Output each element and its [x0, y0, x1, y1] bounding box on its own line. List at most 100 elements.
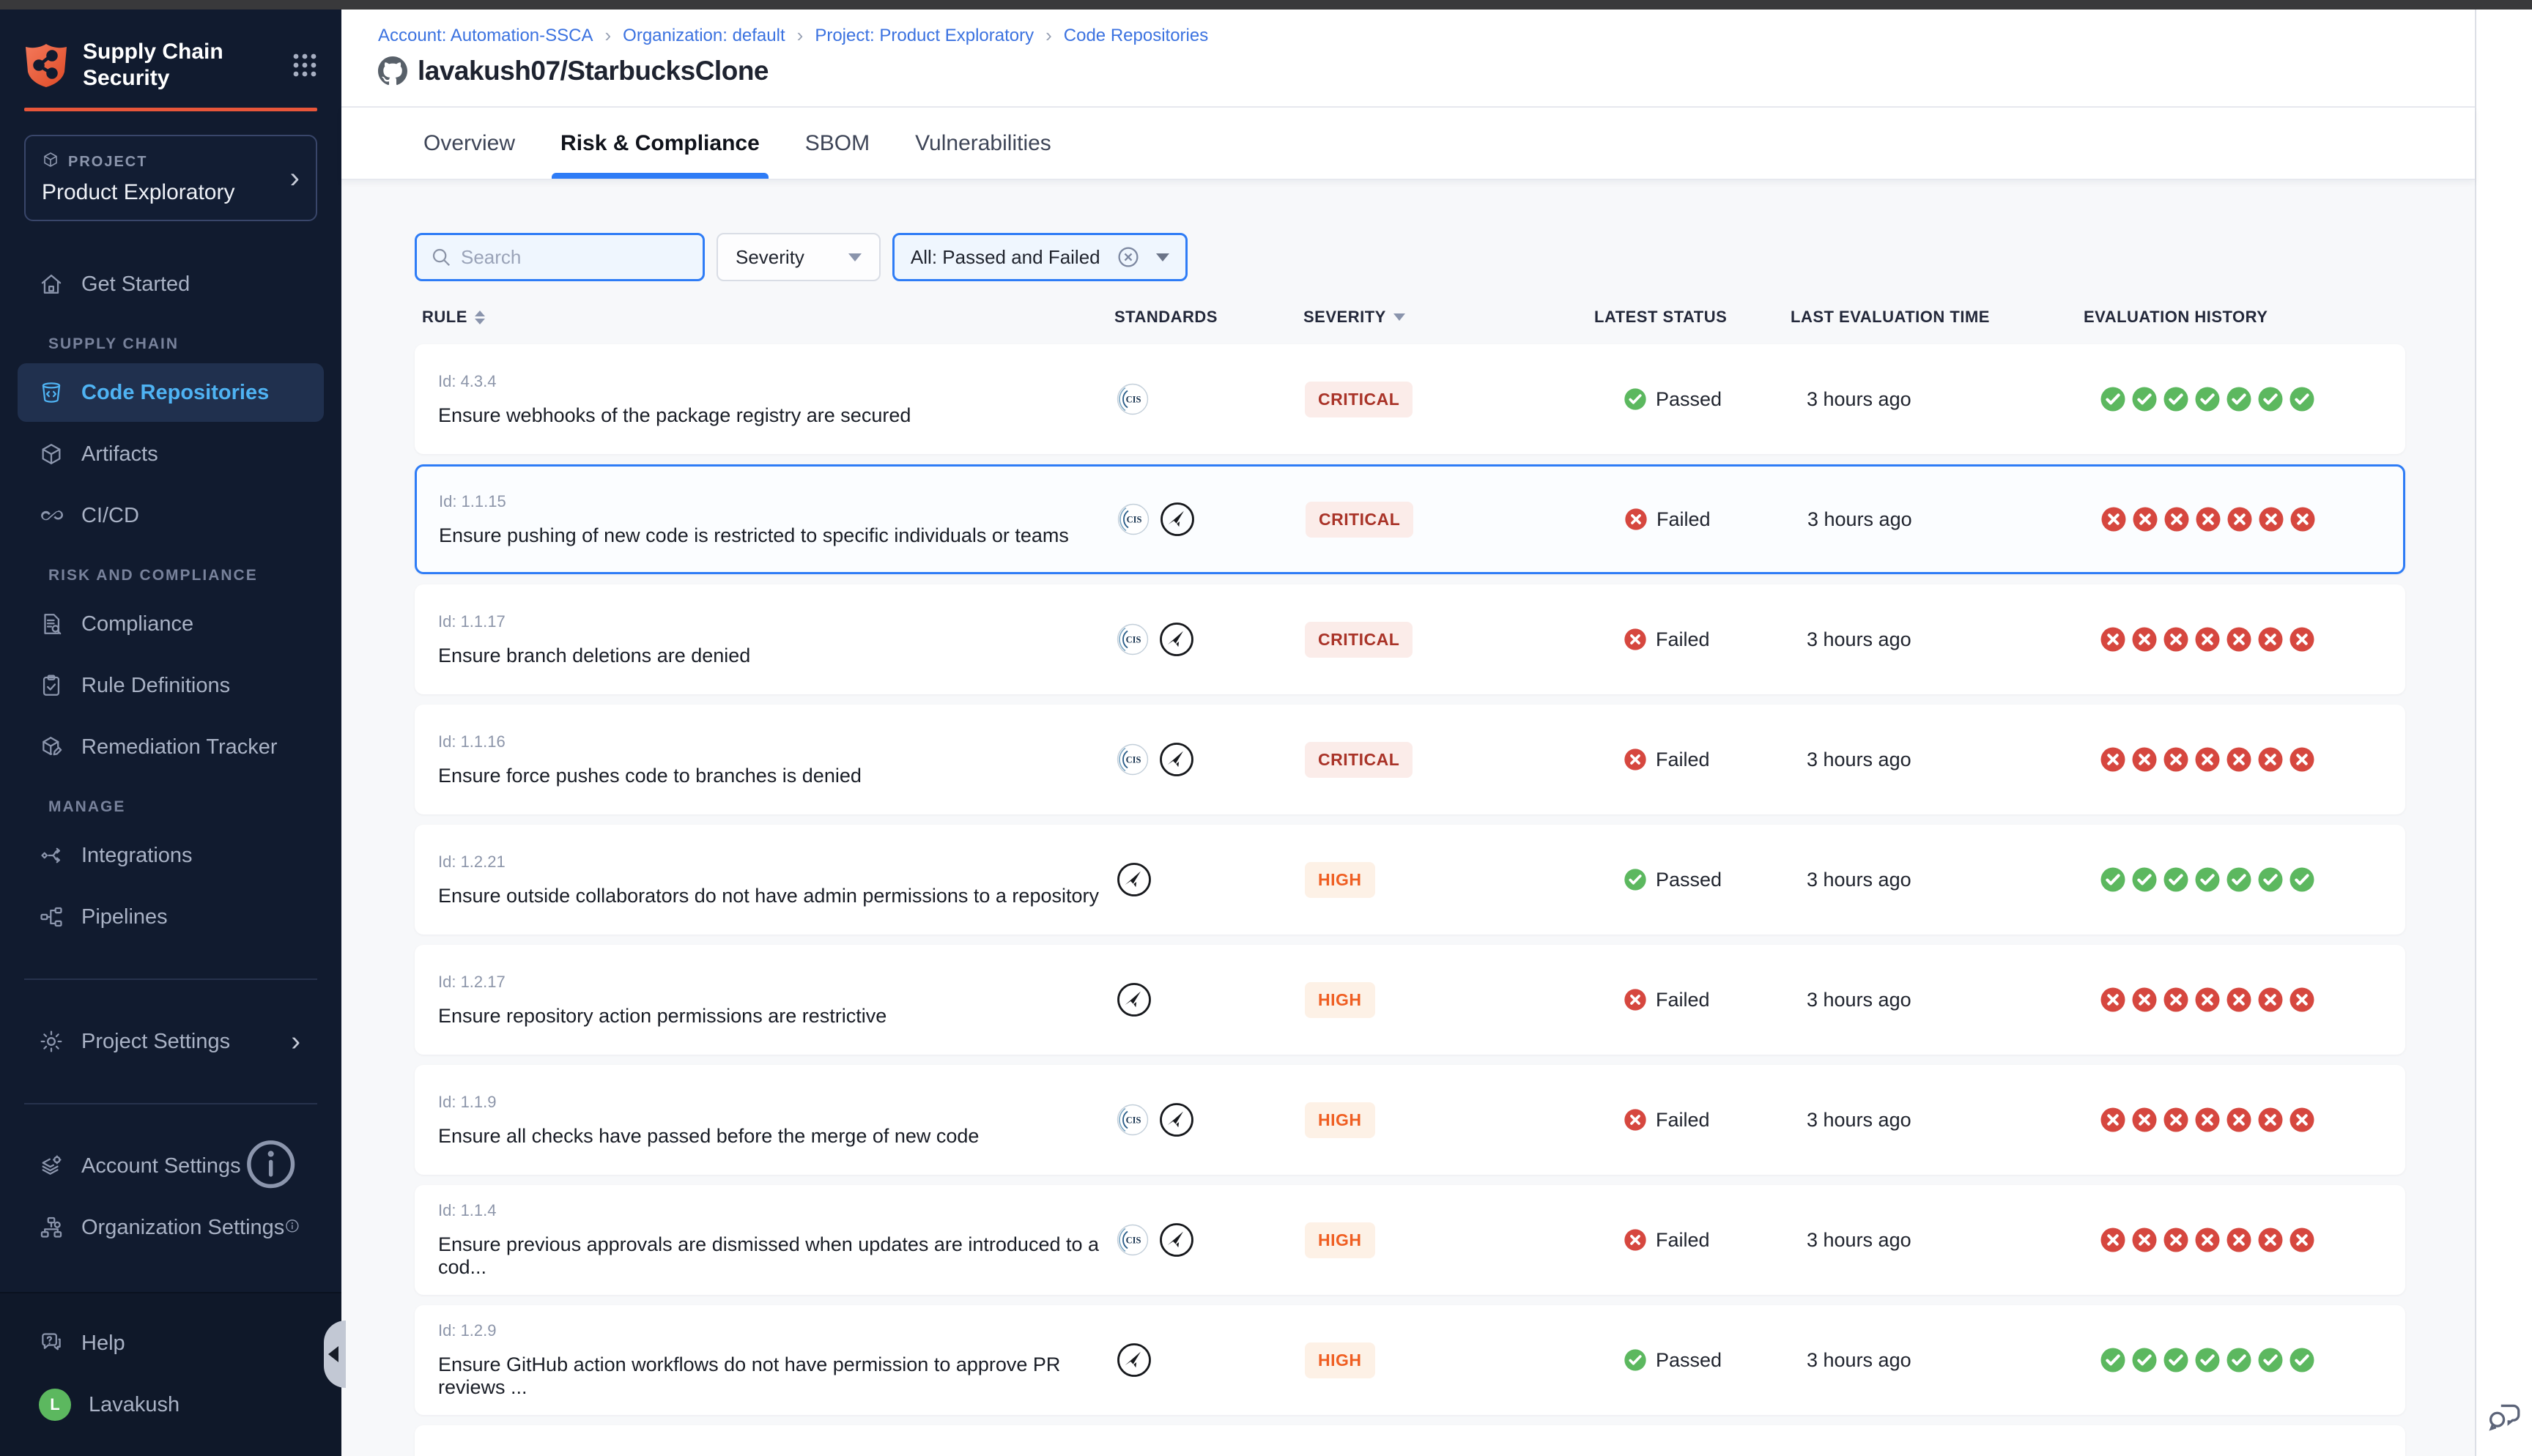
- column-header-severity[interactable]: SEVERITY: [1303, 308, 1594, 327]
- sidebar-item-project-settings[interactable]: Project Settings›: [18, 1012, 324, 1071]
- sidebar-divider: [24, 978, 317, 980]
- sidebar-item-remediation-tracker[interactable]: Remediation Tracker: [18, 718, 324, 776]
- content-area: Severity All: Passed and Failed RULE STAN…: [341, 180, 2475, 1456]
- history-failed-icon: [2100, 506, 2127, 532]
- history-failed-icon: [2163, 987, 2189, 1013]
- sidebar-item-label: CI/CD: [81, 504, 139, 528]
- last-evaluation-time: 3 hours ago: [1807, 628, 2085, 651]
- history-failed-icon: [2163, 1227, 2189, 1253]
- sidebar-item-code-repositories[interactable]: Code Repositories: [18, 363, 324, 422]
- column-header-last-evaluation-time[interactable]: LAST EVALUATION TIME: [1791, 308, 2084, 327]
- table-row[interactable]: Id: 1.1.17Ensure branch deletions are de…: [415, 584, 2405, 694]
- sidebar-item-pipelines[interactable]: Pipelines: [18, 888, 324, 946]
- table-row[interactable]: Id: 1.1.5CISHIGHFailed3 hours ago: [415, 1425, 2405, 1456]
- history-failed-icon: [2289, 987, 2315, 1013]
- table-row[interactable]: Id: 1.1.16Ensure force pushes code to br…: [415, 705, 2405, 814]
- sidebar-item-account-settings[interactable]: Account Settings: [18, 1137, 324, 1195]
- last-evaluation-time: 3 hours ago: [1807, 508, 2086, 531]
- sidebar-item-label: Account Settings: [81, 1154, 241, 1178]
- rule-cell: Id: 1.2.17Ensure repository action permi…: [438, 973, 1116, 1028]
- svg-text:CIS: CIS: [1126, 1236, 1141, 1246]
- tab-vulnerabilities[interactable]: Vulnerabilities: [915, 108, 1051, 179]
- status-label: Failed: [1656, 749, 1710, 771]
- page-header: Account: Automation-SSCA › Organization: d…: [341, 10, 2475, 108]
- github-icon: [378, 56, 407, 86]
- latest-status-cell: Passed: [1624, 387, 1792, 411]
- window-top-bar: [0, 0, 2532, 10]
- column-header-latest-status[interactable]: LATEST STATUS: [1594, 308, 1791, 327]
- history-failed-icon: [2100, 626, 2126, 653]
- severity-cell: HIGH: [1305, 1102, 1596, 1138]
- breadcrumb: Account: Automation-SSCA › Organization: d…: [378, 24, 2475, 47]
- svg-text:CIS: CIS: [1126, 395, 1141, 405]
- history-failed-icon: [2194, 1107, 2221, 1133]
- sidebar-item-help[interactable]: Help: [18, 1314, 324, 1373]
- history-failed-icon: [2289, 1227, 2315, 1253]
- status-label: Passed: [1656, 388, 1722, 411]
- tab-overview[interactable]: Overview: [423, 108, 515, 179]
- tab-sbom[interactable]: SBOM: [805, 108, 870, 179]
- sidebar-item-organization-settings[interactable]: Organization Settings: [18, 1198, 324, 1257]
- table-row[interactable]: Id: 4.3.4Ensure webhooks of the package …: [415, 344, 2405, 454]
- severity-badge: HIGH: [1305, 862, 1375, 898]
- column-header-standards[interactable]: STANDARDS: [1114, 308, 1303, 327]
- last-evaluation-time: 3 hours ago: [1807, 1109, 2085, 1132]
- table-row[interactable]: Id: 1.1.4Ensure previous approvals are d…: [415, 1185, 2405, 1295]
- cis-standard-icon: CIS: [1116, 623, 1150, 656]
- tab-risk-compliance[interactable]: Risk & Compliance: [560, 108, 760, 179]
- sidebar-user[interactable]: LLavakush: [18, 1375, 324, 1434]
- sidebar-item-label: Organization Settings: [81, 1216, 284, 1240]
- breadcrumb-link[interactable]: Project: Product Exploratory: [815, 26, 1034, 46]
- chevron-down-icon: [1156, 253, 1169, 261]
- table-row[interactable]: Id: 1.2.9Ensure GitHub action workflows …: [415, 1305, 2405, 1415]
- history-passed-icon: [2226, 1347, 2252, 1373]
- main-area: Account: Automation-SSCA › Organization: d…: [341, 10, 2475, 1456]
- sidebar-item-get-started[interactable]: Get Started: [18, 255, 324, 313]
- history-failed-icon: [2226, 506, 2253, 532]
- history-failed-icon: [2226, 1107, 2252, 1133]
- rule-cell: Id: 1.2.21Ensure outside collaborators d…: [438, 853, 1116, 907]
- sidebar-item-rule-definitions[interactable]: Rule Definitions: [18, 656, 324, 715]
- sidebar-item-artifacts[interactable]: Artifacts: [18, 425, 324, 483]
- sidebar-item-compliance[interactable]: Compliance: [18, 595, 324, 653]
- code-repositories-icon: [39, 380, 64, 405]
- breadcrumb-link[interactable]: Organization: default: [623, 26, 785, 46]
- table-row[interactable]: Id: 1.2.17Ensure repository action permi…: [415, 945, 2405, 1055]
- table-row[interactable]: Id: 1.1.15Ensure pushing of new code is …: [415, 464, 2405, 574]
- severity-cell: CRITICAL: [1305, 382, 1596, 417]
- sidebar-section-risk-and-compliance: RISK AND COMPLIANCE: [0, 567, 341, 584]
- history-failed-icon: [2131, 746, 2158, 773]
- history-passed-icon: [2257, 386, 2284, 412]
- clear-filter-icon[interactable]: [1117, 245, 1140, 269]
- artifacts-cube-icon: [39, 442, 64, 467]
- history-failed-icon: [2257, 1227, 2284, 1253]
- breadcrumb-separator-icon: ›: [797, 24, 804, 47]
- history-failed-icon: [2194, 746, 2221, 773]
- search-input[interactable]: [461, 246, 689, 269]
- table-row[interactable]: Id: 1.1.9Ensure all checks have passed b…: [415, 1065, 2405, 1175]
- table-header-row: RULE STANDARDSSEVERITYLATEST STATUSLAST E…: [415, 308, 2405, 327]
- last-evaluation-time: 3 hours ago: [1807, 869, 2085, 891]
- severity-filter-dropdown[interactable]: Severity: [717, 233, 881, 281]
- chat-bubbles-icon[interactable]: [2487, 1397, 2523, 1434]
- history-failed-icon: [2257, 987, 2284, 1013]
- column-header-evaluation-history[interactable]: EVALUATION HISTORY: [2084, 308, 2405, 327]
- status-label: Passed: [1656, 869, 1722, 891]
- column-header-rule[interactable]: RULE: [422, 308, 1114, 327]
- sidebar-item-label: Get Started: [81, 272, 190, 297]
- status-filter-dropdown[interactable]: All: Passed and Failed: [892, 233, 1188, 281]
- breadcrumb-link[interactable]: Code Repositories: [1064, 26, 1208, 46]
- breadcrumb-link[interactable]: Account: Automation-SSCA: [378, 26, 593, 46]
- info-icon: [284, 1218, 300, 1238]
- column-header-label: EVALUATION HISTORY: [2084, 308, 2268, 327]
- search-box[interactable]: [415, 233, 705, 281]
- apps-grid-icon[interactable]: [292, 53, 317, 78]
- latest-status-cell: Passed: [1624, 1348, 1792, 1372]
- column-header-label: RULE: [422, 308, 467, 327]
- sidebar-nav: Get StartedSUPPLY CHAINCode Repositories…: [0, 221, 341, 1292]
- sidebar-item-ci-cd[interactable]: CI/CD: [18, 486, 324, 545]
- sidebar-item-integrations[interactable]: Integrations: [18, 826, 324, 885]
- sidebar-collapse-handle[interactable]: [324, 1321, 346, 1388]
- table-row[interactable]: Id: 1.2.21Ensure outside collaborators d…: [415, 825, 2405, 935]
- project-selector[interactable]: PROJECT Product Exploratory ›: [24, 135, 317, 221]
